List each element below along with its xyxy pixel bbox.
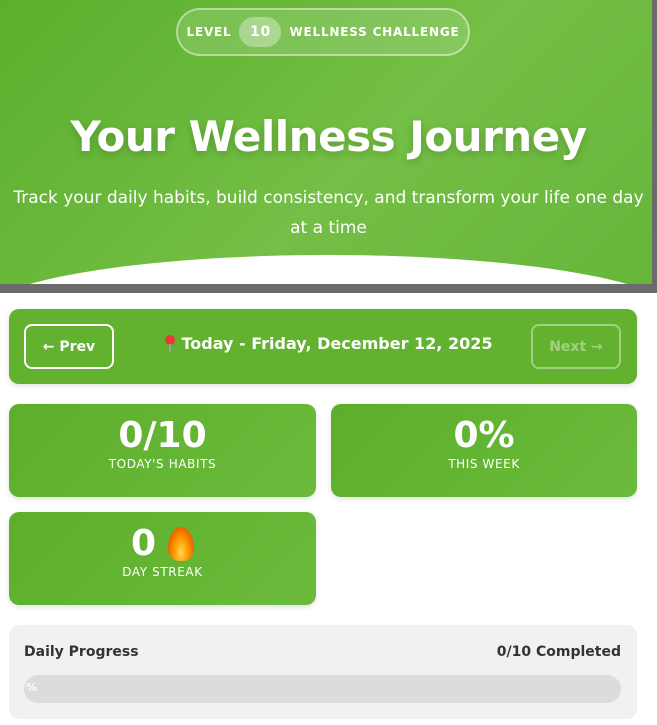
- page-title: Your Wellness Journey: [70, 112, 587, 161]
- streak-value-row: 0: [9, 524, 316, 564]
- streak-value: 0: [130, 523, 157, 564]
- challenge-badge: LEVEL 10 WELLNESS CHALLENGE: [176, 8, 470, 56]
- level-number: 10: [239, 17, 282, 47]
- habits-label: TODAY'S HABITS: [108, 457, 217, 471]
- badge-level-label: LEVEL: [186, 25, 232, 39]
- habits-value: 0/10: [118, 415, 207, 456]
- current-date: Today - Friday, December 12, 2025: [129, 334, 527, 353]
- pin-icon: [164, 334, 176, 353]
- next-day-button[interactable]: Next →: [531, 324, 621, 369]
- progress-percent-text: %: [26, 681, 38, 694]
- section-divider: [0, 284, 657, 293]
- progress-bar: %: [24, 675, 621, 703]
- date-navigation: ← Prev Today - Friday, December 12, 2025…: [9, 309, 637, 384]
- progress-count: 0/10 Completed: [496, 644, 621, 660]
- current-date-label: Today - Friday, December 12, 2025: [181, 334, 493, 353]
- hero-banner: LEVEL 10 WELLNESS CHALLENGE Your Wellnes…: [0, 0, 657, 284]
- streak-label: DAY STREAK: [122, 565, 203, 579]
- badge-challenge-label: WELLNESS CHALLENGE: [289, 25, 460, 39]
- hero-curve-divider: [0, 255, 657, 284]
- stat-card-week: 0% THIS WEEK: [331, 404, 637, 497]
- progress-title: Daily Progress: [24, 644, 139, 660]
- daily-progress-card: Daily Progress 0/10 Completed %: [9, 625, 637, 719]
- stat-card-streak: 0 DAY STREAK: [9, 512, 316, 605]
- page-subtitle: Track your daily habits, build consisten…: [13, 188, 644, 238]
- prev-day-button[interactable]: ← Prev: [24, 324, 114, 369]
- fire-icon: [168, 527, 195, 561]
- scrollbar-edge: [652, 0, 657, 293]
- stat-card-habits: 0/10 TODAY'S HABITS: [9, 404, 316, 497]
- week-value: 0%: [453, 415, 515, 456]
- week-label: THIS WEEK: [448, 457, 520, 471]
